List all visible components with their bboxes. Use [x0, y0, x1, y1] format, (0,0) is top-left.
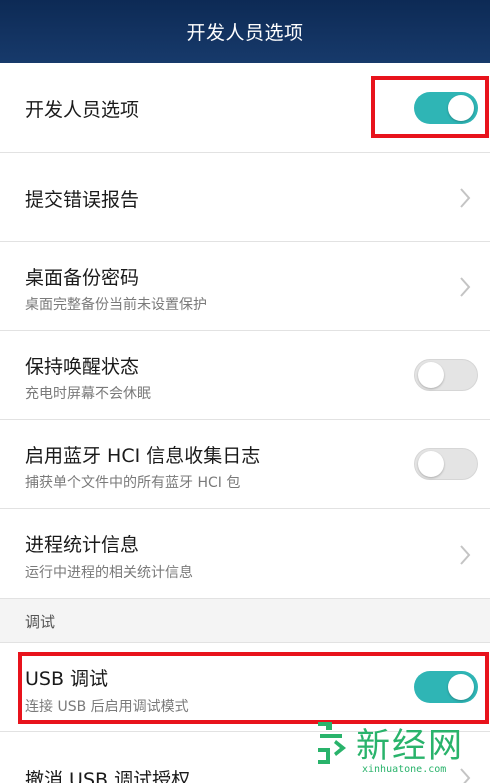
watermark-brand: 新经网: [356, 726, 464, 766]
usb-debugging-subtitle: 连接 USB 后启用调试模式: [25, 699, 189, 715]
backup-password-row[interactable]: 桌面备份密码 桌面完整备份当前未设置保护: [0, 242, 490, 331]
title-bar: 开发人员选项: [0, 0, 490, 63]
debug-section-header: 调试: [0, 599, 490, 643]
page-title: 开发人员选项: [186, 22, 304, 44]
stay-awake-label: 保持唤醒状态: [25, 356, 140, 378]
bluetooth-hci-log-row[interactable]: 启用蓝牙 HCI 信息收集日志 捕获单个文件中的所有蓝牙 HCI 包: [0, 420, 490, 509]
stay-awake-row[interactable]: 保持唤醒状态 充电时屏幕不会休眠: [0, 331, 490, 420]
developer-options-screen: 开发人员选项 开发人员选项 提交错误报告 桌面备份密码 桌面完整备份当前未设置保…: [0, 0, 490, 783]
backup-password-subtitle: 桌面完整备份当前未设置保护: [25, 297, 207, 313]
chevron-right-icon: [460, 188, 471, 208]
revoke-usb-auth-label: 撤消 USB 调试授权: [25, 769, 191, 783]
usb-debugging-toggle[interactable]: [414, 671, 478, 703]
usb-debugging-label: USB 调试: [25, 668, 109, 690]
process-stats-subtitle: 运行中进程的相关统计信息: [25, 565, 193, 581]
chevron-right-icon: [460, 277, 471, 297]
developer-options-row[interactable]: 开发人员选项: [0, 63, 490, 153]
chevron-right-icon: [460, 545, 471, 565]
debug-section-label: 调试: [25, 613, 56, 631]
toggle-knob: [448, 674, 474, 700]
developer-options-label: 开发人员选项: [25, 99, 140, 121]
backup-password-label: 桌面备份密码: [25, 267, 140, 289]
process-stats-row[interactable]: 进程统计信息 运行中进程的相关统计信息: [0, 509, 490, 599]
toggle-knob: [418, 362, 444, 388]
developer-options-toggle[interactable]: [414, 92, 478, 124]
toggle-knob: [448, 95, 474, 121]
site-watermark: 新经网 xinhuatone.com: [312, 716, 487, 783]
bluetooth-hci-log-subtitle: 捕获单个文件中的所有蓝牙 HCI 包: [25, 475, 241, 491]
bluetooth-hci-log-toggle[interactable]: [414, 448, 478, 480]
process-stats-label: 进程统计信息: [25, 534, 140, 556]
bluetooth-hci-log-label: 启用蓝牙 HCI 信息收集日志: [25, 445, 261, 467]
toggle-knob: [418, 451, 444, 477]
watermark-logo-icon: [318, 722, 346, 764]
stay-awake-subtitle: 充电时屏幕不会休眠: [25, 386, 151, 402]
watermark-url: xinhuatone.com: [362, 764, 447, 775]
bug-report-label: 提交错误报告: [25, 189, 140, 211]
stay-awake-toggle[interactable]: [414, 359, 478, 391]
bug-report-row[interactable]: 提交错误报告: [0, 153, 490, 242]
